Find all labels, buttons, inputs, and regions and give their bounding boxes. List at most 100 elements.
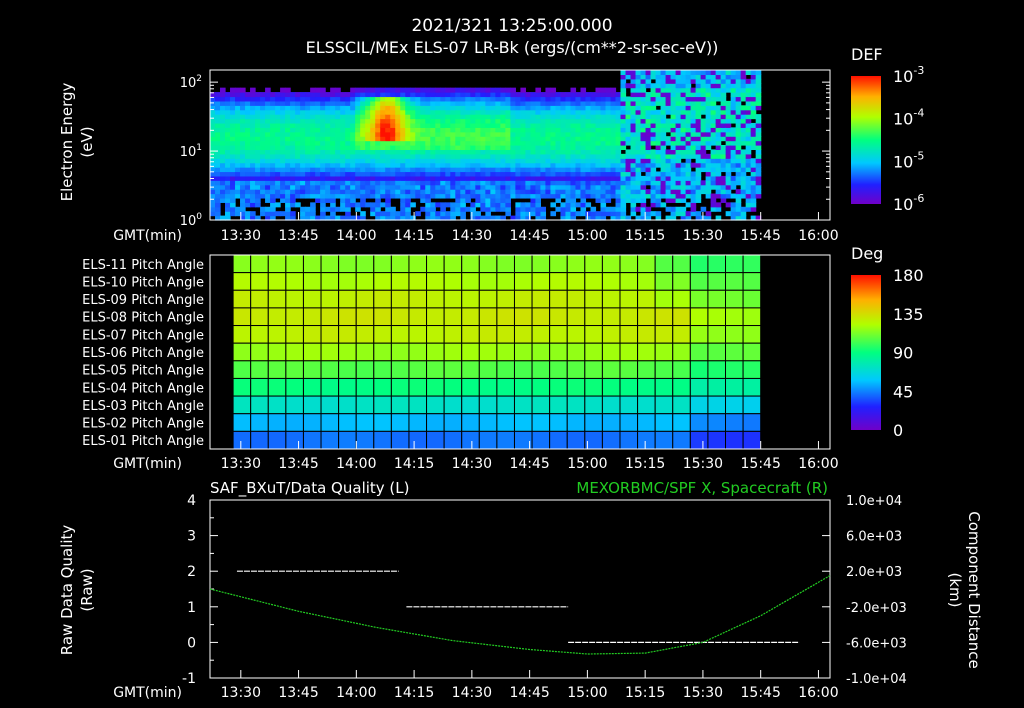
spectrogram-cell xyxy=(610,180,617,186)
spectrogram-cell xyxy=(510,114,516,120)
spectrogram-cell xyxy=(585,122,592,128)
x-tick-label: 14:15 xyxy=(394,685,434,701)
spectrogram-cell xyxy=(725,74,732,80)
spectrogram-cell xyxy=(265,206,271,212)
spectrogram-cell xyxy=(675,114,682,120)
spectrogram-cell xyxy=(420,122,426,128)
pitch-angle-cell xyxy=(478,430,498,450)
spectrogram-cell xyxy=(585,153,592,159)
pitch-angle-cell xyxy=(250,413,269,432)
spectrogram-cell xyxy=(415,140,421,146)
spectrogram-cell xyxy=(255,127,261,133)
spectrogram-cell xyxy=(595,197,602,203)
spectrogram-cell xyxy=(590,162,597,168)
spectrogram-cell xyxy=(555,131,562,137)
spectrogram-cell xyxy=(235,114,241,120)
spectrogram-cell xyxy=(345,105,351,111)
spectrogram-cell xyxy=(515,167,521,173)
spectrogram-cell xyxy=(560,92,567,98)
spectrogram-cell xyxy=(635,145,642,151)
spectrogram-cell xyxy=(745,131,752,137)
spectrogram-cell xyxy=(620,74,627,80)
spectrogram-cell xyxy=(280,100,286,106)
spectrogram-cell xyxy=(310,180,316,186)
pitch-angle-cell xyxy=(601,325,621,344)
spectrogram-cell xyxy=(695,153,702,159)
spectrogram-cell xyxy=(615,114,622,120)
spectrogram-cell xyxy=(300,167,306,173)
spectrogram-cell xyxy=(600,118,607,124)
spectrogram-cell xyxy=(630,122,637,128)
spectrogram-cell xyxy=(465,145,471,151)
spectrogram-cell xyxy=(290,109,296,115)
spectrogram-cell xyxy=(500,197,506,203)
spectrogram-cell xyxy=(600,197,607,203)
spectrogram-cell xyxy=(420,149,426,155)
spectrogram-cell xyxy=(400,92,406,98)
pitch-angle-cell xyxy=(408,342,428,362)
spectrogram-cell xyxy=(690,100,697,106)
spectrogram-cell xyxy=(495,149,501,155)
spectrogram-cell xyxy=(445,193,451,199)
spectrogram-cell xyxy=(615,193,622,199)
spectrogram-cell xyxy=(675,105,682,111)
spectrogram-cell xyxy=(650,167,657,173)
spectrogram-cell xyxy=(740,83,747,89)
spectrogram-cell xyxy=(405,189,411,195)
spectrogram-cell xyxy=(235,105,241,111)
spectrogram-cell xyxy=(500,92,506,98)
spectrogram-cell xyxy=(460,127,466,133)
spectrogram-cell xyxy=(320,202,326,208)
spectrogram-cell xyxy=(335,145,341,151)
spectrogram-cell xyxy=(370,136,376,142)
spectrogram-cell xyxy=(480,100,486,106)
spectrogram-cell xyxy=(490,145,496,151)
spectrogram-cell xyxy=(355,114,361,120)
spectrogram-cell xyxy=(710,175,717,181)
pitch-angle-cell xyxy=(390,342,410,362)
spectrogram-cell xyxy=(425,197,431,203)
spectrogram-cell xyxy=(260,206,266,212)
spectrogram-cell xyxy=(255,149,261,155)
spectrogram-cell xyxy=(260,114,266,120)
spectrogram-cell xyxy=(370,109,376,115)
pitch-angle-cell xyxy=(285,430,304,450)
spectrogram-cell xyxy=(730,78,737,84)
spectrogram-cell xyxy=(515,184,521,190)
spectrogram-cell xyxy=(300,206,306,212)
spectrogram-cell xyxy=(430,114,436,120)
spectrogram-cell xyxy=(255,171,261,177)
spectrogram-cell xyxy=(565,105,572,111)
spectrogram-cell xyxy=(410,180,416,186)
spectrogram-cell xyxy=(360,105,366,111)
spectrogram-cell xyxy=(610,87,617,93)
spectrogram-cell xyxy=(735,122,742,128)
spectrogram-cell xyxy=(755,149,762,155)
spectrogram-cell xyxy=(245,197,251,203)
spectrogram-cell xyxy=(445,158,451,164)
spectrogram-cell xyxy=(605,136,612,142)
spectrogram-cell xyxy=(645,171,652,177)
spectrogram-cell xyxy=(350,153,356,159)
spectrogram-cell xyxy=(490,158,496,164)
spectrogram-cell xyxy=(650,140,657,146)
spectrogram-cell xyxy=(690,206,697,212)
spectrogram-cell xyxy=(225,175,231,181)
spectrogram-cell xyxy=(370,175,376,181)
spectrogram-cell xyxy=(305,109,311,115)
pitch-angle-cell xyxy=(689,272,709,291)
pitch-angle-cell xyxy=(267,254,287,274)
spectrogram-cell xyxy=(650,109,657,115)
spectrogram-cell xyxy=(660,140,667,146)
spectrogram-cell xyxy=(530,180,537,186)
spectrogram-cell xyxy=(710,158,717,164)
spectrogram-cell xyxy=(395,162,401,168)
spectrogram-cell xyxy=(285,158,291,164)
x-tick-label: 15:45 xyxy=(741,456,781,472)
spectrogram-cell xyxy=(415,149,421,155)
x-tick-label: 16:00 xyxy=(798,228,838,244)
spectrogram-cell xyxy=(345,131,351,137)
spectrogram-cell xyxy=(595,193,602,199)
spectrogram-cell xyxy=(495,109,501,115)
spectrogram-cell xyxy=(620,122,627,128)
